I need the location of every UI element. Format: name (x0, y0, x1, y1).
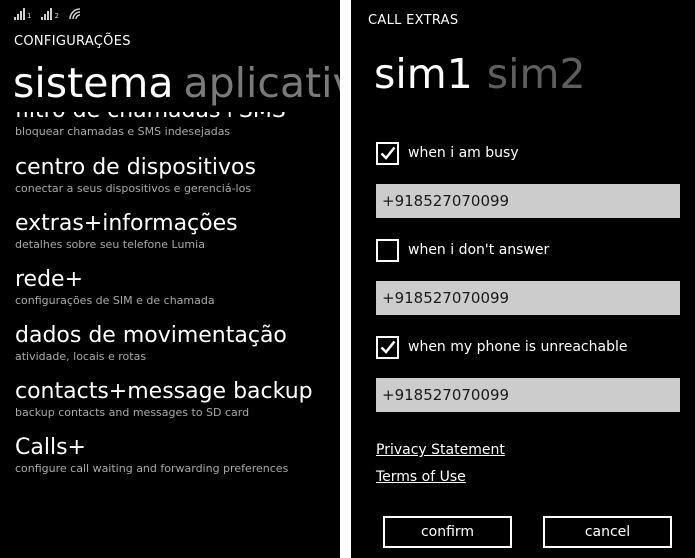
settings-item-title: centro de dispositivos (15, 155, 256, 180)
settings-item-extras-info[interactable]: extras+informações detalhes sobre seu te… (15, 210, 340, 266)
settings-item-subtitle: backup contacts and messages to SD card (15, 406, 250, 419)
option-no-answer[interactable]: when i don't answer (376, 238, 549, 262)
page-title: CALL EXTRAS (368, 13, 459, 28)
no-answer-number-field[interactable]: +918527070099 (376, 281, 680, 315)
pivot-header: sistema aplicativ (13, 58, 340, 108)
confirm-button[interactable]: confirm (383, 516, 512, 548)
pivot-tab-sistema[interactable]: sistema (13, 59, 173, 107)
settings-list: filtro de chamadas+SMS bloquear chamadas… (15, 112, 340, 490)
status-bar: 1 2 (14, 6, 81, 20)
settings-item-device-center[interactable]: centro de dispositivos conectar a seus d… (15, 154, 340, 210)
app-title: CONFIGURAÇÕES (14, 34, 131, 49)
settings-item-motion-data[interactable]: dados de movimentação atividade, locais … (15, 322, 340, 378)
settings-item-title: extras+informações (15, 211, 238, 236)
unreachable-number-field[interactable]: +918527070099 (376, 378, 680, 412)
settings-item-subtitle: atividade, locais e rotas (15, 350, 147, 363)
tab-sim2[interactable]: sim2 (487, 50, 586, 98)
settings-item-title: filtro de chamadas+SMS (15, 112, 340, 125)
tab-sim1[interactable]: sim1 (374, 50, 473, 98)
settings-item-subtitle: conectar a seus dispositivos e gerenciá-… (15, 182, 252, 195)
settings-item-title: Calls+ (15, 435, 86, 460)
busy-label: when i am busy (408, 145, 519, 161)
sim2-indicator: 2 (54, 12, 59, 20)
signal-strength-icon-sim1: 1 (14, 8, 31, 20)
option-busy[interactable]: when i am busy (376, 141, 519, 165)
settings-item-title: rede+ (15, 267, 84, 292)
no-answer-checkbox[interactable] (376, 238, 399, 262)
unreachable-label: when my phone is unreachable (408, 339, 628, 355)
no-answer-label: when i don't answer (408, 242, 550, 258)
wifi-icon (69, 8, 81, 20)
settings-screen: 1 2 CONFIGURAÇÕES sistemaaplicativ filtr… (0, 0, 340, 558)
settings-item-subtitle: configurações de SIM e de chamada (15, 294, 215, 307)
settings-item-subtitle: detalhes sobre seu telefone Lumia (15, 238, 205, 251)
settings-item-title: contacts+message backup (15, 379, 313, 404)
check-icon (380, 146, 395, 160)
settings-item-subtitle: configure call waiting and forwarding pr… (15, 462, 289, 475)
pivot-tab-aplicativos[interactable]: aplicativ (183, 59, 340, 107)
settings-item-subtitle: bloquear chamadas e SMS indesejadas (15, 125, 231, 138)
settings-item-title: dados de movimentação (15, 323, 287, 348)
sim1-indicator: 1 (27, 12, 32, 20)
settings-item-call-sms-filter[interactable]: filtro de chamadas+SMS bloquear chamadas… (15, 112, 340, 154)
unreachable-checkbox[interactable] (376, 335, 399, 359)
check-icon (380, 340, 395, 354)
sim-pivot: sim1 sim2 (374, 48, 586, 100)
cancel-button[interactable]: cancel (543, 516, 672, 548)
terms-of-use-link[interactable]: Terms of Use (376, 469, 466, 485)
settings-item-calls-plus[interactable]: Calls+ configure call waiting and forwar… (15, 434, 340, 490)
settings-item-contacts-backup[interactable]: contacts+message backup backup contacts … (15, 378, 340, 434)
call-extras-screen: CALL EXTRAS sim1 sim2 when i am busy +918… (351, 0, 695, 558)
option-unreachable[interactable]: when my phone is unreachable (376, 335, 627, 359)
signal-strength-icon-sim2: 2 (41, 8, 59, 20)
busy-checkbox[interactable] (376, 141, 399, 165)
busy-number-field[interactable]: +918527070099 (376, 184, 680, 218)
privacy-statement-link[interactable]: Privacy Statement (376, 442, 505, 458)
settings-item-network[interactable]: rede+ configurações de SIM e de chamada (15, 266, 340, 322)
